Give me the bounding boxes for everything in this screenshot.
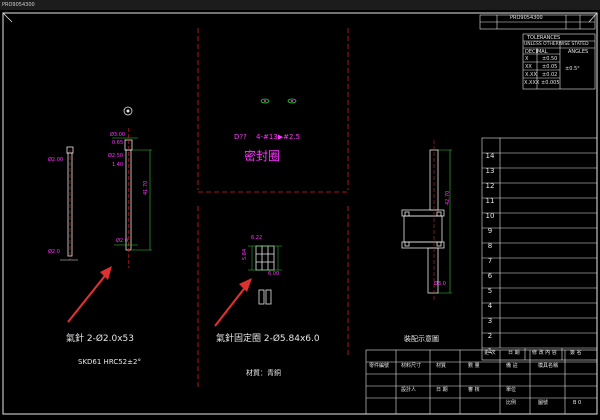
revision-row-number: 14	[485, 152, 495, 160]
fixing-material: 材質：青銅	[246, 369, 281, 377]
title-cell-mold: 模具名稱	[538, 363, 559, 369]
tolerance-col-decimal: DECIMAL	[525, 49, 548, 55]
revision-row-number: 4	[487, 302, 493, 310]
tol-row-label: XX	[525, 64, 532, 70]
dim-label: 0.65	[112, 140, 124, 146]
tol-row-value: ±0.50	[542, 56, 558, 62]
title-cell-drawing-no: 圖號	[538, 400, 549, 406]
title-cell-review: 審 核	[468, 387, 480, 393]
tolerance-col-angle: ANGLES	[568, 49, 589, 55]
tol-row-label: X.XX	[525, 72, 537, 78]
title-cell-part-no: 零件編號	[369, 363, 390, 369]
tol-row-label: X	[525, 56, 529, 62]
tol-row-label: X.XXX	[524, 80, 540, 86]
dim-label: Ø2.0	[48, 249, 60, 255]
revision-row-number: 11	[485, 197, 495, 205]
dim-label: 6.00	[268, 271, 280, 277]
title-cell-designer: 設計人	[401, 387, 417, 393]
tol-angle-value: ±0.5°	[565, 66, 580, 72]
callout-arrows	[67, 266, 252, 327]
assembly-label: 裝配示意圖	[404, 335, 439, 343]
tol-row-value: ±0.02	[542, 72, 558, 78]
revision-footer: 修 改 內 容	[532, 350, 557, 356]
dim-label: Ø2.00	[48, 157, 64, 163]
needle-material: SKD61 HRC52±2°	[78, 358, 141, 366]
revision-footer: 更 次	[484, 350, 496, 356]
seal-ring-label: 密封圈	[244, 149, 281, 163]
revision-table	[481, 137, 598, 361]
dim-label: 1.40	[112, 162, 124, 168]
tol-row-value: ±0.005	[541, 80, 560, 86]
dim-label: 41.70	[143, 180, 149, 195]
hole-prefix: D??	[234, 133, 247, 141]
title-cell-material: 材質	[436, 363, 447, 369]
window-title-bar: PRO9054300	[0, 0, 600, 10]
dim-label: 6.22	[251, 235, 263, 241]
revision-row-number: 8	[487, 242, 493, 250]
dim-label: Ø3.0	[434, 281, 446, 287]
revision-footer: 簽 名	[570, 350, 582, 356]
revision-row-number: 7	[487, 257, 493, 265]
title-cell-date: 日 期	[436, 387, 448, 393]
revision-footer: 日 期	[508, 350, 520, 356]
tolerance-subheader: UNLESS OTHERWISE STATED	[524, 42, 589, 47]
title-cell-unit: 單位	[506, 387, 517, 393]
top-block-title: PRO9054300	[510, 15, 543, 21]
dim-label: 5.84	[242, 248, 248, 260]
dim-label: 42.70	[445, 190, 451, 205]
title-cell-scale: 比例	[506, 400, 517, 406]
title-page: B 0	[573, 400, 582, 406]
revision-row-number: 3	[487, 317, 493, 325]
revision-row-number: 9	[487, 227, 493, 235]
revision-row-number: 13	[485, 167, 495, 175]
dim-label: Ø2.50	[108, 153, 124, 159]
tol-row-value: ±0.05	[542, 64, 558, 70]
dim-label: Ø3.00	[110, 132, 126, 138]
hole-spec: 4-#13▶#2.5	[256, 133, 301, 141]
needle-label: 氣針 2-Ø2.0x53	[66, 334, 135, 344]
tolerance-header: TOLERANCES	[527, 35, 561, 41]
revision-row-number: 12	[485, 182, 495, 190]
fixing-label: 氣針固定圈 2-Ø5.84x6.0	[216, 334, 320, 344]
needle-view-1	[60, 146, 78, 261]
window-title: PRO9054300	[2, 2, 35, 8]
dim-label: Ø2.0	[116, 238, 128, 244]
assembly-view	[401, 149, 445, 294]
title-cell-remark: 備 註	[506, 363, 518, 369]
title-cell-qty: 數 量	[468, 363, 480, 369]
bottom-title-block	[365, 349, 598, 415]
title-cell-size: 材料尺寸	[401, 363, 422, 369]
cad-canvas[interactable]: PRO9054300 TOLERANCES UNLESS OTHERWISE S…	[0, 10, 600, 416]
seal-ring-marks	[260, 98, 297, 104]
revision-row-number: 6	[487, 272, 493, 280]
revision-row-number: 5	[487, 287, 493, 295]
revision-row-number: 10	[485, 212, 495, 220]
revision-row-number: 2	[487, 332, 493, 340]
